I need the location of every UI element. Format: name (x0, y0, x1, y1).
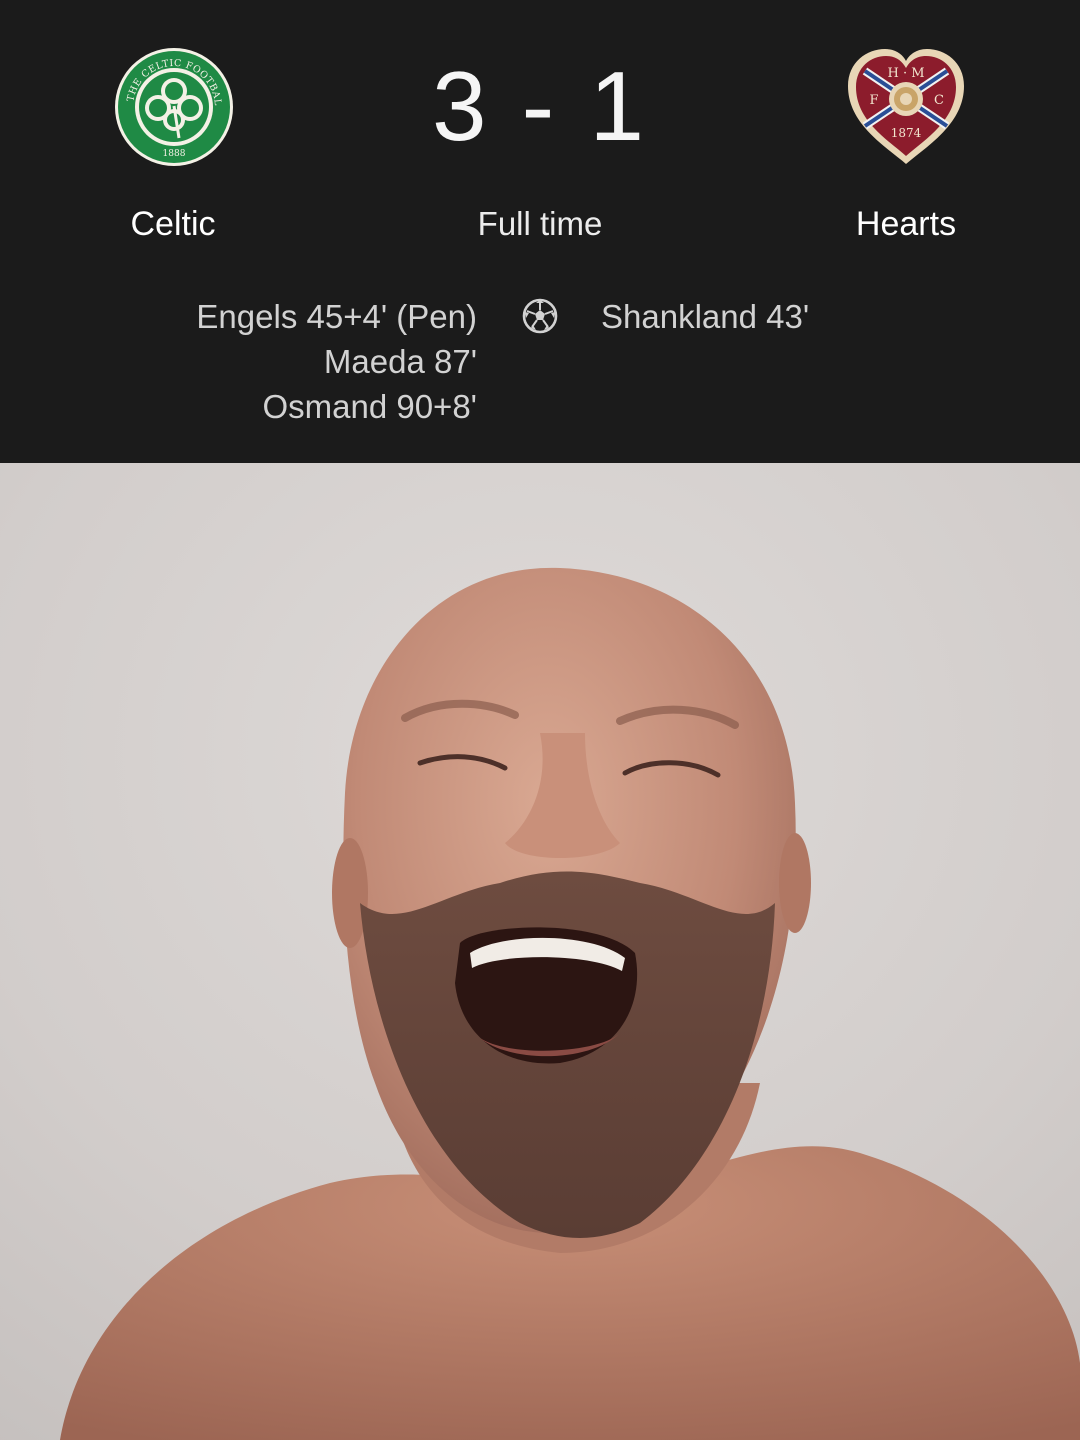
celtic-crest-icon[interactable]: THE CELTIC FOOTBALL CLUB 1888 (113, 46, 235, 168)
away-team-name[interactable]: Hearts (776, 202, 1036, 246)
home-scorers-list: Engels 45+4' (Pen) Maeda 87' Osmand 90+8… (196, 294, 477, 429)
match-status: Full time (477, 205, 603, 242)
home-scorer: Engels 45+4' (Pen) (196, 298, 477, 335)
away-scorer: Shankland 43' (601, 298, 810, 335)
svg-text:C: C (934, 93, 944, 108)
score-display: 3 - 1 (431, 51, 649, 161)
svg-text:H · M: H · M (887, 66, 924, 81)
svg-text:F: F (869, 93, 878, 108)
celtic-crest-year: 1888 (163, 149, 186, 159)
home-scorer: Maeda 87' (323, 343, 477, 380)
soccer-ball-icon (521, 297, 559, 335)
reaction-photo (0, 463, 1080, 1440)
match-scoreboard: THE CELTIC FOOTBALL CLUB 1888 3 - 1 H · … (0, 0, 1080, 463)
hearts-crest-year: 1874 (891, 126, 922, 140)
hearts-crest-icon[interactable]: H · M F C 1874 (845, 46, 967, 168)
away-scorers-list: Shankland 43' (601, 294, 809, 339)
home-scorer: Osmand 90+8' (262, 388, 477, 425)
home-team-name[interactable]: Celtic (43, 202, 303, 246)
